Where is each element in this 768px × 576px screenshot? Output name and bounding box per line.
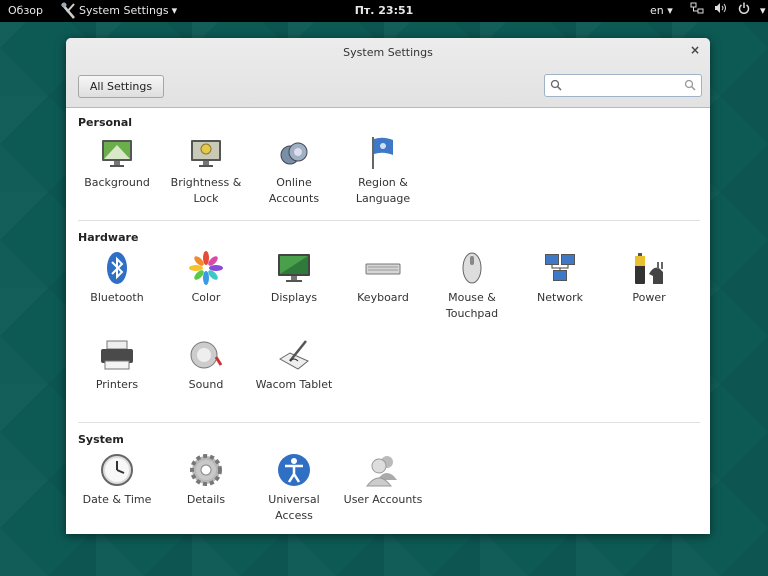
section-title-hardware: Hardware bbox=[78, 231, 139, 244]
panel-power[interactable]: Power bbox=[605, 250, 693, 306]
section-divider bbox=[78, 220, 700, 221]
top-bar: Обзор System Settings ▾ Пт. 23:51 en ▾ ▾ bbox=[0, 0, 768, 22]
panel-label: Mouse & Touchpad bbox=[445, 291, 499, 320]
panel-wacom-tablet[interactable]: Wacom Tablet bbox=[250, 337, 338, 393]
panel-user-accounts[interactable]: User Accounts bbox=[339, 452, 427, 508]
panel-printers[interactable]: Printers bbox=[73, 337, 161, 393]
panel-details[interactable]: Details bbox=[162, 452, 250, 508]
search-input[interactable] bbox=[565, 77, 675, 94]
section-divider bbox=[78, 422, 700, 423]
panel-label: Color bbox=[191, 291, 221, 304]
panel-keyboard[interactable]: Keyboard bbox=[339, 250, 427, 306]
panel-label: Brightness & Lock bbox=[170, 176, 242, 205]
panel-label: Region & Language bbox=[355, 176, 411, 205]
panel-universal-access[interactable]: Universal Access bbox=[250, 452, 338, 524]
panel-label: Sound bbox=[188, 378, 224, 391]
panel-label: Details bbox=[186, 493, 226, 506]
section-title-system: System bbox=[78, 433, 124, 446]
system-status-area[interactable]: ▾ bbox=[690, 0, 766, 22]
search-clear-icon bbox=[684, 79, 696, 91]
volume-icon bbox=[714, 0, 728, 22]
panel-label: Printers bbox=[95, 378, 139, 391]
gear-icon bbox=[190, 454, 222, 486]
window-title: System Settings bbox=[343, 46, 433, 59]
keyboard-icon bbox=[365, 263, 401, 275]
keyboard-layout-indicator[interactable]: en ▾ bbox=[650, 0, 673, 22]
panel-label: Power bbox=[632, 291, 666, 304]
accessibility-icon bbox=[278, 454, 310, 486]
panel-label: Online Accounts bbox=[268, 176, 320, 205]
panel-online-accounts[interactable]: Online Accounts bbox=[250, 135, 338, 207]
close-icon[interactable]: × bbox=[690, 43, 700, 57]
panel-label: Bluetooth bbox=[90, 291, 144, 304]
panel-background[interactable]: Background bbox=[73, 135, 161, 191]
wacom-tablet-icon bbox=[279, 340, 309, 370]
region-flag-icon bbox=[372, 137, 393, 169]
network-wired-icon bbox=[690, 0, 704, 22]
panel-label: Date & Time bbox=[82, 493, 152, 506]
panel-bluetooth[interactable]: Bluetooth bbox=[73, 250, 161, 306]
panel-displays[interactable]: Displays bbox=[250, 250, 338, 306]
power-menu-icon bbox=[738, 0, 750, 22]
chevron-down-icon: ▾ bbox=[667, 4, 673, 17]
panel-label: Background bbox=[84, 176, 150, 189]
panel-label: Universal Access bbox=[268, 493, 320, 522]
sound-icon bbox=[190, 341, 223, 369]
settings-window: System Settings × All Settings Personal … bbox=[66, 38, 710, 534]
background-icon bbox=[102, 140, 132, 167]
displays-icon bbox=[278, 254, 310, 282]
section-title-personal: Personal bbox=[78, 116, 133, 129]
user-accounts-icon bbox=[365, 456, 397, 487]
panel-network[interactable]: Network bbox=[516, 250, 604, 306]
panel-color[interactable]: Color bbox=[162, 250, 250, 306]
bluetooth-icon bbox=[107, 252, 127, 284]
panel-mouse-touchpad[interactable]: Mouse & Touchpad bbox=[428, 250, 516, 322]
panel-label: Displays bbox=[270, 291, 318, 304]
search-icon bbox=[550, 79, 562, 91]
panel-label: Network bbox=[537, 291, 583, 304]
online-accounts-icon bbox=[280, 142, 308, 165]
printer-icon bbox=[101, 340, 133, 370]
all-settings-button[interactable]: All Settings bbox=[78, 75, 164, 98]
panel-brightness-lock[interactable]: Brightness & Lock bbox=[162, 135, 250, 207]
power-icon bbox=[635, 253, 663, 284]
mouse-icon bbox=[462, 252, 482, 284]
window-header: System Settings × All Settings bbox=[66, 38, 710, 108]
panel-sound[interactable]: Sound bbox=[162, 337, 250, 393]
brightness-lock-icon bbox=[191, 140, 221, 167]
chevron-down-icon: ▾ bbox=[760, 4, 766, 17]
panel-label: Keyboard bbox=[357, 291, 409, 304]
panel-region-language[interactable]: Region & Language bbox=[339, 135, 427, 207]
panel-label: User Accounts bbox=[343, 493, 423, 506]
panel-label: Wacom Tablet bbox=[255, 378, 333, 391]
keyboard-layout-label: en bbox=[650, 4, 664, 17]
panel-date-time[interactable]: Date & Time bbox=[73, 452, 161, 508]
color-icon bbox=[189, 251, 223, 285]
search-field[interactable] bbox=[544, 74, 702, 97]
clock-icon bbox=[101, 454, 133, 486]
network-icon bbox=[545, 254, 575, 281]
